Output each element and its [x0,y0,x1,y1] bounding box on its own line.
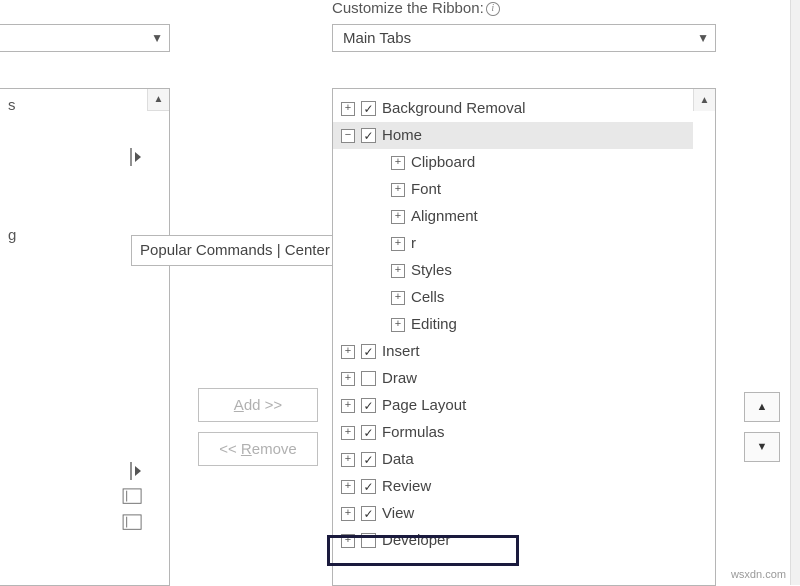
expand-icon[interactable]: + [391,210,405,224]
expand-icon[interactable]: + [391,156,405,170]
tree-item-label: Developer [382,532,450,549]
expand-icon[interactable]: + [341,480,355,494]
tree-item-label: Clipboard [411,154,475,171]
checkbox[interactable]: ✓ [361,344,376,359]
tree-item-label: Cells [411,289,444,306]
checkbox[interactable] [361,533,376,548]
tree-item-draw[interactable]: + Draw [333,365,693,392]
tree-item-alignment[interactable]: + Alignment [333,203,693,230]
list-item-label: g [8,227,16,244]
expand-icon[interactable]: + [341,453,355,467]
customize-ribbon-value: Main Tabs [343,30,411,47]
tree-item-label: Page Layout [382,397,466,414]
tree-item-label: Insert [382,343,420,360]
expand-icon[interactable]: + [341,399,355,413]
tree-item-styles[interactable]: + Styles [333,257,693,284]
expand-icon[interactable]: + [391,237,405,251]
list-glyph-icon [122,487,150,507]
expand-icon[interactable]: + [391,264,405,278]
submenu-arrow-icon [128,147,156,167]
choose-commands-combobox[interactable]: ▼ [0,24,170,52]
expand-icon[interactable]: + [341,534,355,548]
tree-item-label: Styles [411,262,452,279]
tree-item-label: Background Removal [382,100,525,117]
chevron-down-icon: ▼ [697,31,709,45]
tree-item-view[interactable]: + ✓ View [333,500,693,527]
collapse-icon[interactable]: − [341,129,355,143]
tree-item-label: Font [411,181,441,198]
scrollbar-track[interactable]: ▲ [693,89,715,585]
tree-item-label: r [411,235,416,252]
tree-item-label: Draw [382,370,417,387]
scroll-up-button[interactable]: ▲ [693,89,715,111]
checkbox[interactable]: ✓ [361,506,376,521]
move-up-button[interactable]: ▲ [744,392,780,422]
info-icon[interactable]: i [486,2,500,16]
ribbon-tree[interactable]: ▲ +✓Background Removal−✓Home+Clipboard+F… [332,88,716,586]
move-down-button[interactable]: ▼ [744,432,780,462]
expand-icon[interactable]: + [341,426,355,440]
tree-item-editing[interactable]: + Editing [333,311,693,338]
add-button[interactable]: Add >> [198,388,318,422]
tree-item-label: Home [382,127,422,144]
expand-icon[interactable]: + [341,102,355,116]
remove-button[interactable]: << Remove [198,432,318,466]
expand-icon[interactable]: + [391,291,405,305]
tree-item-label: Alignment [411,208,478,225]
expand-icon[interactable]: + [341,372,355,386]
tree-item-review[interactable]: + ✓ Review [333,473,693,500]
expand-icon[interactable]: + [391,183,405,197]
customize-ribbon-text: Customize the Ribbon: [332,0,484,17]
scroll-up-button[interactable]: ▲ [147,89,169,111]
tree-item-label: Formulas [382,424,445,441]
tree-item-font[interactable]: + Font [333,176,693,203]
checkbox[interactable]: ✓ [361,425,376,440]
customize-ribbon-combobox[interactable]: Main Tabs ▼ [332,24,716,52]
tree-item-label: Editing [411,316,457,333]
chevron-down-icon: ▼ [151,31,163,45]
button-label: << Remove [219,441,297,458]
tree-item-formulas[interactable]: + ✓ Formulas [333,419,693,446]
tree-item-cells[interactable]: + Cells [333,284,693,311]
tree-item-r[interactable]: +r [333,230,693,257]
list-item[interactable]: s [8,93,136,118]
tree-item-developer[interactable]: + Developer [333,527,693,554]
tree-item-insert[interactable]: + ✓ Insert [333,338,693,365]
customize-ribbon-label: Customize the Ribbon: i [332,0,500,17]
list-item[interactable]: g [8,223,136,248]
tree-item-page-layout[interactable]: + ✓ Page Layout [333,392,693,419]
commands-listbox[interactable]: ▲ s g [0,88,170,586]
tree-item-clipboard[interactable]: + Clipboard [333,149,693,176]
tree-item-label: Review [382,478,431,495]
window-scrollbar[interactable] [790,0,800,585]
tree-item-label: Data [382,451,414,468]
checkbox[interactable]: ✓ [361,452,376,467]
checkbox[interactable] [361,371,376,386]
button-label: Add >> [234,397,282,414]
tree-item-label: View [382,505,414,522]
checkbox[interactable]: ✓ [361,128,376,143]
tree-item-background-removal[interactable]: + ✓ Background Removal [333,95,693,122]
list-item-label: s [8,97,16,114]
expand-icon[interactable]: + [341,507,355,521]
list-glyph-icon [122,513,150,533]
watermark-text: wsxdn.com [731,569,786,581]
checkbox[interactable]: ✓ [361,101,376,116]
checkbox[interactable]: ✓ [361,398,376,413]
checkbox[interactable]: ✓ [361,479,376,494]
tree-item-home[interactable]: −✓ Home [333,122,693,149]
tree-item-data[interactable]: + ✓ Data [333,446,693,473]
expand-icon[interactable]: + [341,345,355,359]
submenu-arrow-icon [128,461,156,481]
expand-icon[interactable]: + [391,318,405,332]
